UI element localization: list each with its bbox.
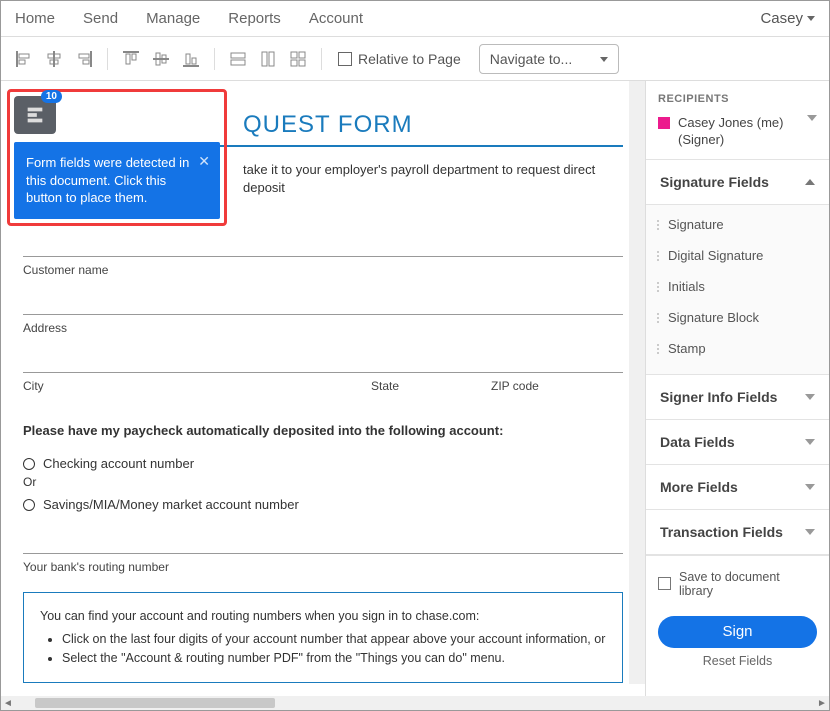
align-right-icon[interactable] — [71, 46, 97, 72]
section-data-fields[interactable]: Data Fields — [646, 420, 829, 465]
recipient-row[interactable]: Casey Jones (me) (Signer) — [646, 111, 829, 159]
detect-count-badge: 10 — [41, 90, 62, 103]
sign-button[interactable]: Sign — [658, 616, 817, 648]
section-signature-fields[interactable]: Signature Fields — [646, 160, 829, 205]
label-state: State — [371, 379, 491, 393]
field-signature-block[interactable]: Signature Block — [646, 302, 829, 333]
match-both-icon[interactable] — [285, 46, 311, 72]
user-menu[interactable]: Casey — [760, 10, 815, 27]
deposit-heading: Please have my paycheck automatically de… — [23, 423, 623, 438]
nav-home[interactable]: Home — [15, 10, 55, 27]
label-city: City — [23, 379, 371, 393]
match-height-icon[interactable] — [255, 46, 281, 72]
chevron-down-icon — [805, 529, 815, 535]
document-pane[interactable]: 10 Form fields were detected in this doc… — [1, 81, 645, 698]
radio-checking[interactable] — [23, 458, 35, 470]
info-line: You can find your account and routing nu… — [40, 607, 606, 626]
fields-panel: RECIPIENTS Casey Jones (me) (Signer) Sig… — [645, 81, 829, 698]
chevron-up-icon — [805, 179, 815, 185]
radio-savings[interactable] — [23, 499, 35, 511]
align-bottom-icon[interactable] — [178, 46, 204, 72]
page-outline-icon — [338, 52, 352, 66]
horizontal-scrollbar[interactable]: ◄ ► — [1, 696, 829, 710]
form-detect-icon — [24, 104, 46, 126]
label-checking: Checking account number — [43, 456, 194, 471]
label-routing: Your bank's routing number — [23, 560, 623, 574]
reset-fields-link[interactable]: Reset Fields — [646, 654, 829, 678]
label-address: Address — [23, 321, 623, 335]
info-bullet-1: Click on the last four digits of your ac… — [62, 630, 606, 649]
top-nav: Home Send Manage Reports Account Casey — [1, 1, 829, 37]
section-signer-info[interactable]: Signer Info Fields — [646, 375, 829, 420]
relative-to-page-toggle[interactable]: Relative to Page — [338, 51, 461, 67]
field-digital-signature[interactable]: Digital Signature — [646, 240, 829, 271]
caret-down-icon — [600, 57, 608, 62]
label-customer: Customer name — [23, 263, 623, 277]
navigate-dropdown[interactable]: Navigate to... — [479, 44, 619, 74]
label-zip: ZIP code — [491, 379, 623, 393]
align-center-h-icon[interactable] — [41, 46, 67, 72]
save-to-library[interactable]: Save to document library — [646, 555, 829, 612]
field-initials[interactable]: Initials — [646, 271, 829, 302]
section-transaction-fields[interactable]: Transaction Fields — [646, 510, 829, 555]
section-more-fields[interactable]: More Fields — [646, 465, 829, 510]
scroll-right-arrow[interactable]: ► — [815, 696, 829, 710]
caret-down-icon — [807, 16, 815, 21]
field-stamp[interactable]: Stamp — [646, 333, 829, 364]
tooltip-text: Form fields were detected in this docume… — [26, 155, 189, 205]
tooltip-close-button[interactable]: ✕ — [198, 152, 210, 171]
chevron-down-icon — [807, 115, 817, 121]
info-box: You can find your account and routing nu… — [23, 592, 623, 682]
label-or: Or — [23, 475, 623, 489]
checkbox-icon — [658, 577, 671, 590]
nav-account[interactable]: Account — [309, 10, 363, 27]
navigate-label: Navigate to... — [490, 51, 573, 67]
highlight-callout: 10 Form fields were detected in this doc… — [7, 89, 227, 226]
nav-reports[interactable]: Reports — [228, 10, 281, 27]
recipient-name: Casey Jones (me) (Signer) — [678, 115, 799, 149]
align-left-icon[interactable] — [11, 46, 37, 72]
vertical-scrollbar[interactable] — [629, 81, 645, 684]
detect-tooltip: Form fields were detected in this docume… — [14, 142, 220, 219]
scroll-thumb[interactable] — [35, 698, 275, 708]
chevron-down-icon — [805, 394, 815, 400]
chevron-down-icon — [805, 439, 815, 445]
scroll-left-arrow[interactable]: ◄ — [1, 696, 15, 710]
detect-fields-button[interactable]: 10 — [14, 96, 56, 134]
nav-send[interactable]: Send — [83, 10, 118, 27]
nav-manage[interactable]: Manage — [146, 10, 200, 27]
field-signature[interactable]: Signature — [646, 209, 829, 240]
align-top-icon[interactable] — [118, 46, 144, 72]
recipient-color-swatch — [658, 117, 670, 129]
label-savings: Savings/MIA/Money market account number — [43, 497, 299, 512]
user-name: Casey — [760, 10, 803, 27]
relative-label: Relative to Page — [358, 51, 461, 67]
alignment-toolbar: Relative to Page Navigate to... — [1, 37, 829, 81]
align-middle-icon[interactable] — [148, 46, 174, 72]
match-width-icon[interactable] — [225, 46, 251, 72]
chevron-down-icon — [805, 484, 815, 490]
recipients-header: RECIPIENTS — [646, 81, 829, 111]
info-bullet-2: Select the "Account & routing number PDF… — [62, 649, 606, 668]
